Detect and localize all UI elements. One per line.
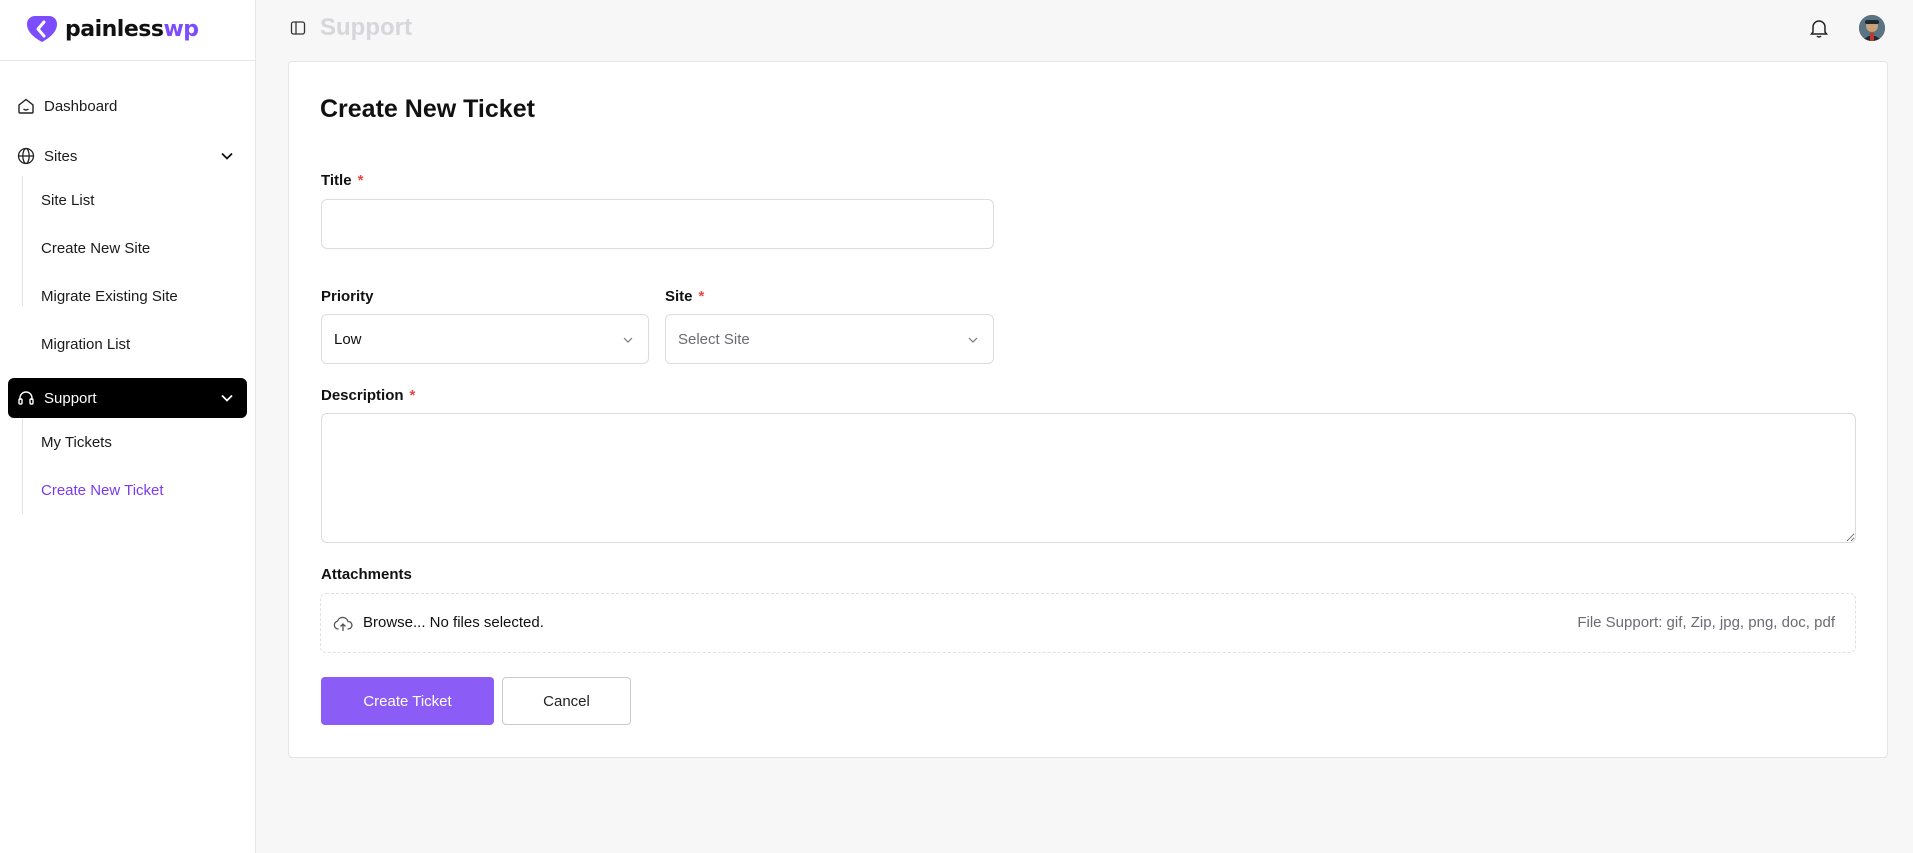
- description-textarea[interactable]: [321, 413, 1856, 543]
- priority-select[interactable]: Low: [321, 314, 649, 364]
- ticket-form-card: [288, 61, 1888, 758]
- globe-icon: [16, 146, 36, 166]
- site-label: Site *: [665, 288, 705, 305]
- sidebar-divider: [0, 60, 256, 61]
- sidebar-subitem-my-tickets[interactable]: My Tickets: [41, 427, 112, 457]
- sidebar-item-label: Sites: [44, 147, 78, 165]
- form-title: Create New Ticket: [320, 95, 535, 123]
- attachment-dropzone[interactable]: Browse... No files selected. File Suppor…: [320, 593, 1856, 653]
- sidebar-subitem-site-list[interactable]: Site List: [41, 185, 94, 215]
- file-browse-text[interactable]: Browse... No files selected.: [363, 614, 544, 631]
- sidebar-item-label: Support: [44, 389, 97, 407]
- sidebar-subitem-migration-list[interactable]: Migration List: [41, 329, 130, 359]
- cloud-upload-icon: [333, 616, 353, 631]
- sidebar-item-dashboard[interactable]: Dashboard: [8, 86, 247, 126]
- sidebar: painlesswp Dashboard Sites Site List Cre…: [0, 0, 256, 853]
- brand-name: painlesswp: [65, 16, 199, 42]
- brand-logo[interactable]: painlesswp: [25, 13, 199, 45]
- attachments-label: Attachments: [321, 566, 412, 583]
- avatar[interactable]: [1859, 15, 1885, 41]
- logo-mark-icon: [27, 16, 57, 42]
- create-ticket-button[interactable]: Create Ticket: [321, 677, 494, 725]
- submenu-line: [22, 418, 23, 514]
- cancel-button[interactable]: Cancel: [502, 677, 631, 725]
- sidebar-subitem-create-new-ticket[interactable]: Create New Ticket: [41, 475, 164, 505]
- chevron-down-icon: [968, 337, 978, 343]
- sidebar-item-label: Dashboard: [44, 97, 118, 115]
- chevron-down-icon[interactable]: [219, 148, 235, 164]
- home-icon: [16, 96, 36, 116]
- chevron-down-icon: [623, 337, 633, 343]
- page-title: Support: [320, 14, 412, 41]
- sidebar-item-support[interactable]: Support: [8, 378, 247, 418]
- site-placeholder: Select Site: [678, 330, 750, 348]
- submenu-line: [22, 176, 23, 306]
- title-label: Title *: [321, 172, 364, 189]
- description-label: Description *: [321, 387, 416, 404]
- sidebar-item-sites[interactable]: Sites: [8, 136, 247, 176]
- title-input[interactable]: [321, 199, 994, 249]
- priority-selected-value: Low: [334, 330, 362, 348]
- sidebar-subitem-migrate-existing-site[interactable]: Migrate Existing Site: [41, 281, 178, 311]
- site-select[interactable]: Select Site: [665, 314, 994, 364]
- headset-icon: [16, 388, 36, 408]
- file-support-text: File Support: gif, Zip, jpg, png, doc, p…: [1577, 614, 1835, 631]
- bell-icon[interactable]: [1808, 17, 1830, 39]
- priority-label: Priority: [321, 288, 374, 305]
- sidebar-subitem-create-new-site[interactable]: Create New Site: [41, 233, 150, 263]
- chevron-down-icon[interactable]: [219, 390, 235, 406]
- sidebar-toggle-icon[interactable]: [290, 20, 306, 36]
